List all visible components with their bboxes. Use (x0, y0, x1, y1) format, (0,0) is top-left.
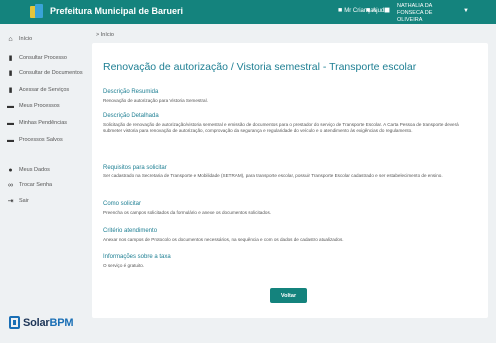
section-heading: Descrição Detalhada (103, 113, 159, 119)
service-details-card (92, 43, 488, 318)
brand-part2: BPM (49, 316, 74, 329)
folder-icon: ▬ (7, 102, 14, 110)
section-text: Preencha os campos solicitados da formul… (103, 210, 272, 215)
sidebar-item-label: Início (19, 36, 33, 42)
solarbpm-logo-icon (9, 316, 20, 329)
sidebar-item-consultar-processo[interactable]: ▮ Consultar Processo (7, 53, 67, 63)
help-icon: ■ (366, 7, 371, 14)
section-heading: Como solicitar (103, 201, 142, 207)
sidebar-item-consultar-documentos[interactable]: ▮ Consultar de Documentos (7, 68, 83, 78)
user-avatar-icon[interactable]: ■ (384, 5, 394, 17)
document-icon: ▮ (8, 87, 13, 94)
sidebar-item-minhas-pendencias[interactable]: ▬ Minhas Pendências (7, 118, 67, 128)
brand-logo: SolarBPM (9, 316, 74, 329)
section-heading: Informações sobre a taxa (103, 254, 171, 260)
breadcrumb[interactable]: > Início (96, 32, 114, 38)
section-text: O serviço é gratuito. (103, 263, 145, 268)
key-icon: ∞ (8, 181, 13, 189)
document-icon: ▮ (8, 70, 13, 77)
sidebar-item-label: Processos Salvos (19, 137, 63, 143)
section-heading: Descrição Resumida (103, 89, 159, 95)
sidebar-item-label: Meus Dados (19, 167, 50, 173)
folder-icon: ▬ (7, 119, 14, 127)
section-text: Anexar nos campos de Protocolo os docume… (103, 237, 344, 242)
sidebar-item-processos-salvos[interactable]: ▬ Processos Salvos (7, 135, 63, 145)
sidebar-item-meus-dados[interactable]: ● Meus Dados (7, 165, 50, 175)
sidebar-item-inicio[interactable]: ⌂ Início (7, 34, 32, 44)
sidebar-item-trocar-senha[interactable]: ∞ Trocar Senha (7, 180, 52, 190)
logout-icon: ⇥ (7, 198, 14, 205)
page-title: Renovação de autorização / Vistoria seme… (103, 61, 417, 73)
folder-icon: ▬ (7, 136, 14, 144)
back-button[interactable]: Voltar (270, 288, 307, 303)
user-name[interactable]: NATHALIA DA FONSECA DE OLIVEIRA (397, 3, 457, 24)
section-heading: Critério atendimento (103, 228, 158, 234)
section-heading: Requisitos para solicitar (103, 165, 167, 171)
sidebar-item-label: Consultar de Documentos (19, 70, 83, 76)
sidebar-item-acessar-servicos[interactable]: ▮ Acessar de Serviços (7, 85, 70, 95)
home-icon: ⌂ (8, 35, 13, 43)
section-text: Renovação de autorização para Vistoria S… (103, 98, 208, 103)
bell-icon: ■ (338, 7, 343, 14)
sidebar-item-label: Acessar de Serviços (19, 87, 70, 93)
section-text: Ser cadastrado na Secretaria de Transpor… (103, 173, 443, 178)
sidebar-item-sair[interactable]: ⇥ Sair (7, 196, 29, 206)
user-icon: ● (8, 166, 13, 174)
sidebar-item-label: Consultar Processo (19, 55, 67, 61)
sidebar-item-label: Sair (19, 198, 29, 204)
header-bar: Prefeitura Municipal de Barueri ■ Mr Cri… (0, 0, 496, 24)
sidebar-item-label: Trocar Senha (19, 182, 53, 188)
sidebar-item-label: Minhas Pendências (19, 120, 68, 126)
brand-part1: Solar (23, 316, 50, 329)
section-text: Solicitação de renovação de autorização/… (103, 122, 459, 134)
document-icon: ▮ (8, 55, 13, 62)
chevron-down-icon[interactable]: ▼ (463, 8, 469, 14)
app-title: Prefeitura Municipal de Barueri (50, 6, 184, 16)
app-logo-icon[interactable] (30, 4, 44, 20)
sidebar: ⌂ Início ▮ Consultar Processo ▮ Consulta… (0, 24, 86, 343)
sidebar-item-label: Meus Processos (19, 103, 60, 109)
sidebar-item-meus-processos[interactable]: ▬ Meus Processos (7, 101, 60, 111)
